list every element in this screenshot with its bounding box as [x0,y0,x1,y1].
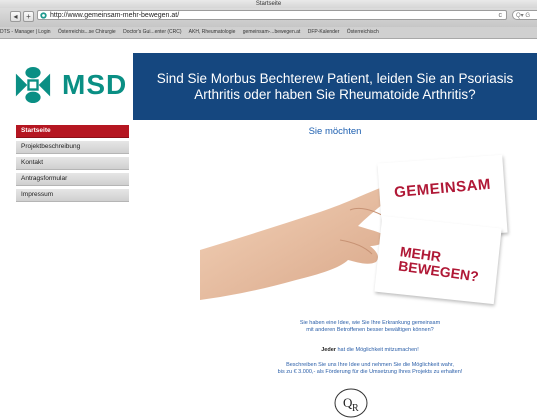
logo[interactable]: MSD [0,53,133,120]
bookmark-item[interactable]: DFP-Kalender [308,29,340,35]
header-banner: Sind Sie Morbus Bechterew Patient, leide… [133,53,537,120]
bookmark-item[interactable]: DTS - Manager | Login [0,29,51,35]
everyone-paragraph: Jeder hat die Möglichkeit mitzumachen! [220,347,520,354]
intro-paragraph: Sie haben eine Idee, wie Sie Ihre Erkran… [220,320,520,334]
funding-paragraph: Beschreiben Sie uns Ihre Idee und nehmen… [220,362,520,376]
nav-item-kontakt[interactable]: Kontakt [16,157,129,170]
nav-item-impressum[interactable]: Impressum [16,189,129,202]
back-button[interactable]: ◂ [10,11,21,22]
bookmarks-bar: DTS - Manager | Login Österreichis...se … [0,27,537,39]
reload-icon[interactable]: c [499,11,503,21]
nav-item-antragsformular[interactable]: Antragsformular [16,173,129,186]
svg-text:R: R [352,403,359,414]
logo-text: MSD [62,69,128,100]
search-input[interactable]: Q▾ G [512,10,537,20]
intro-line1: Sie haben eine Idee, wie Sie Ihre Erkran… [299,320,441,326]
funding-line1: Beschreiben Sie uns Ihre Idee und nehmen… [286,362,454,368]
add-bookmark-button[interactable]: + [23,11,34,22]
bookmark-item[interactable]: AKH, Rheumatologie [189,29,236,35]
funding-line2: bis zu € 3.000,- als Förderung für die U… [277,369,463,375]
side-nav: Startseite Projektbeschreibung Kontakt A… [16,125,129,205]
url-field[interactable]: http://www.gemeinsam-mehr-bewegen.at/ c [37,10,507,20]
msd-logo-icon [15,66,51,104]
url-text: http://www.gemeinsam-mehr-bewegen.at/ [50,12,180,19]
bookmark-item[interactable]: Österreichis...se Chirurgie [58,29,116,35]
browser-toolbar: ◂ + http://www.gemeinsam-mehr-bewegen.at… [0,8,537,27]
site-favicon-icon [40,12,47,19]
intro-line2: mit anderen Betroffenen besser bewältige… [306,327,434,333]
nav-item-projektbeschreibung[interactable]: Projektbeschreibung [16,141,129,154]
hero-image: GEMEINSAM MEHR BEWEGEN? [200,150,520,305]
bookmark-item[interactable]: gemeinsam-...bewegen.at [243,29,301,35]
banner-text: Sind Sie Morbus Bechterew Patient, leide… [156,70,514,102]
nav-item-startseite[interactable]: Startseite [16,125,129,138]
bookmark-item[interactable]: Doctor's Gui...enter (CRC) [123,29,181,35]
window-title: Startseite [0,0,537,8]
everyone-bold: Jeder [321,347,336,353]
quality-seal-icon: Q R [334,388,368,418]
bookmark-item[interactable]: Österreichisch [347,29,379,35]
everyone-rest: hat die Möglichkeit mitzumachen! [335,347,419,353]
page-headline: Sie möchten [308,126,362,137]
